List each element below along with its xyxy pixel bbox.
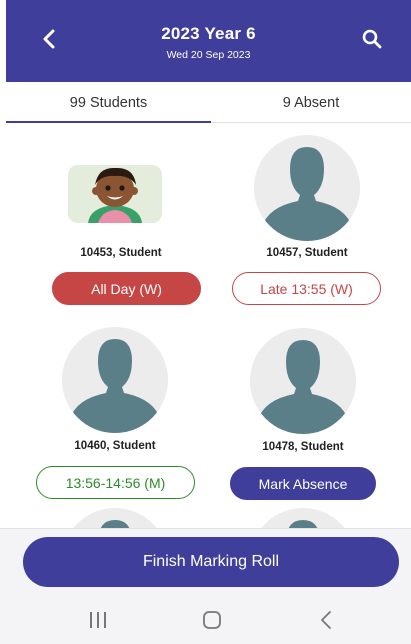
avatar-placeholder-icon [254, 135, 360, 241]
student-name: 10478, Student [262, 441, 344, 453]
tab-students-label: 99 Students [69, 94, 148, 111]
student-name: 10460, Student [74, 440, 156, 452]
student-card[interactable]: 10457, Student Late 13:55 (W) [212, 135, 402, 310]
student-card[interactable]: 10460, Student 13:56-14:56 (M) [20, 327, 210, 502]
student-name: 10453, Student [80, 247, 162, 259]
finish-marking-roll-button[interactable]: Finish Marking Roll [23, 537, 399, 587]
page-subtitle: Wed 20 Sep 2023 [166, 49, 251, 61]
tab-students[interactable]: 99 Students [6, 82, 211, 123]
finish-marking-roll-label: Finish Marking Roll [142, 553, 280, 570]
student-card[interactable]: 10478, Student Mark Absence [208, 328, 398, 503]
active-tab-indicator [6, 121, 211, 123]
app-header: 2023 Year 6 Wed 20 Sep 2023 [6, 0, 411, 82]
system-back-button[interactable] [306, 605, 346, 635]
attendance-status-button[interactable]: 13:56-14:56 (M) [36, 466, 195, 499]
search-icon [362, 29, 382, 49]
student-photo [68, 165, 162, 223]
avatar-placeholder-icon [250, 328, 356, 434]
home-button[interactable] [192, 605, 232, 635]
tab-absent-label: 9 Absent [282, 94, 340, 111]
tab-absent[interactable]: 9 Absent [211, 82, 411, 123]
student-card[interactable]: 10453, Student All Day (W) [26, 135, 216, 310]
system-navigation-bar [0, 597, 411, 644]
attendance-status-button[interactable]: Late 13:55 (W) [232, 272, 381, 305]
home-icon [203, 611, 221, 629]
mark-absence-button[interactable]: Mark Absence [230, 467, 376, 500]
student-name: 10457, Student [266, 247, 348, 259]
roll-screen: 2023 Year 6 Wed 20 Sep 2023 99 Students … [0, 0, 411, 644]
tab-bar: 99 Students 9 Absent [6, 82, 411, 123]
back-icon [321, 611, 331, 629]
attendance-status-button[interactable]: All Day (W) [52, 272, 201, 305]
search-button[interactable] [355, 22, 389, 56]
recents-button[interactable] [78, 605, 118, 635]
avatar-placeholder-icon [62, 327, 168, 433]
recents-icon [90, 612, 106, 628]
page-title: 2023 Year 6 [161, 24, 256, 43]
